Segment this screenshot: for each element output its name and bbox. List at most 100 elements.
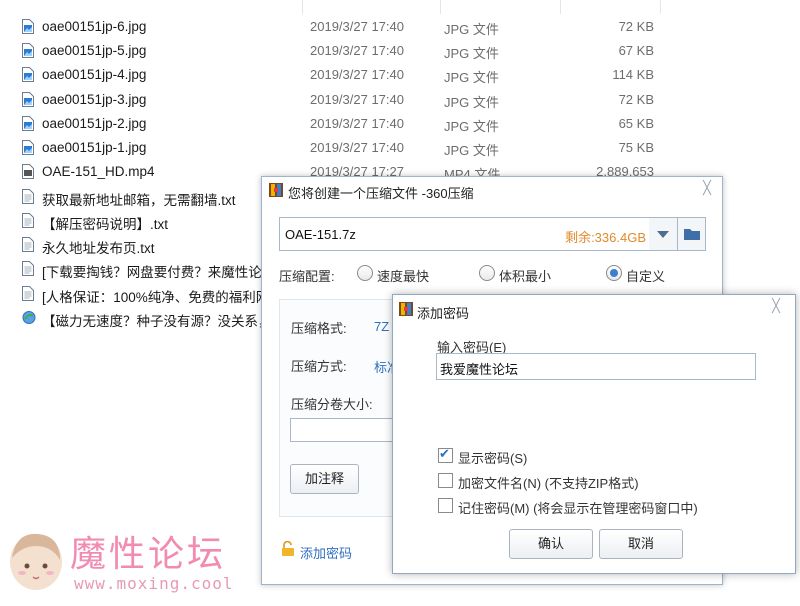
archive-path-input[interactable]: OAE-151.7z 剩余:336.4GB (279, 217, 655, 251)
file-name: oae00151jp-5.jpg (42, 43, 147, 58)
file-name: [人格保证：100%纯净、免费的福利网 (42, 290, 270, 305)
format-value[interactable]: 7Z (374, 319, 389, 334)
360-zip-logo-icon (399, 302, 413, 316)
file-size: 75 KB (618, 140, 654, 155)
file-row[interactable]: oae00151jp-6.jpg 2019/3/27 17:40 JPG 文件 72 … (0, 15, 800, 39)
chevron-down-icon (657, 231, 669, 238)
radio-smallest[interactable] (479, 265, 495, 281)
radio-custom[interactable] (606, 265, 622, 281)
360-zip-logo-icon (269, 183, 283, 197)
split-size-input[interactable] (290, 418, 400, 442)
jpg-image-icon (22, 19, 34, 34)
folder-icon (684, 229, 700, 240)
path-dropdown-button[interactable] (649, 217, 678, 251)
watermark-url: www.moxing.cool (74, 574, 234, 593)
format-label: 压缩格式: (291, 321, 347, 336)
jpg-image-icon (22, 92, 34, 107)
file-row[interactable]: oae00151jp-5.jpg 2019/3/27 17:40 JPG 文件 67 … (0, 39, 800, 63)
free-space-label: 剩余:336.4GB (565, 230, 646, 245)
file-name: oae00151jp-2.jpg (42, 116, 147, 131)
jpg-image-icon (22, 116, 34, 131)
file-size: 65 KB (618, 116, 654, 131)
file-date: 2019/3/27 17:40 (310, 43, 404, 58)
show-password-label[interactable]: 显示密码(S) (458, 448, 527, 467)
file-date: 2019/3/27 17:40 (310, 19, 404, 34)
file-name: 【解压密码说明】.txt (42, 217, 169, 232)
file-size: 72 KB (618, 19, 654, 34)
file-type: JPG 文件 (444, 70, 499, 85)
column-separator (302, 0, 303, 14)
ok-button[interactable]: 确认 (509, 529, 593, 559)
file-name: 获取最新地址邮箱，无需翻墙.txt (42, 193, 236, 208)
url-shortcut-icon (22, 310, 36, 325)
file-type: JPG 文件 (444, 143, 499, 158)
compress-dialog-title: 您将创建一个压缩文件 -360压缩 (288, 186, 474, 201)
password-input[interactable]: 我爱魔性论坛 (436, 353, 756, 380)
radio-smallest-label[interactable]: 体积最小 (499, 266, 551, 285)
file-row[interactable]: oae00151jp-4.jpg 2019/3/27 17:40 JPG 文件 114… (0, 63, 800, 87)
close-icon[interactable]: ╳ (698, 180, 716, 196)
file-row[interactable]: oae00151jp-2.jpg 2019/3/27 17:40 JPG 文件 65 … (0, 112, 800, 136)
file-date: 2019/3/27 17:40 (310, 116, 404, 131)
password-dialog: 添加密码 ╳ 输入密码(E) 我爱魔性论坛 显示密码(S) 加密文件名(N) (… (392, 294, 796, 574)
add-comment-button[interactable]: 加注释 (290, 464, 359, 494)
column-separator (440, 0, 441, 14)
file-name: oae00151jp-4.jpg (42, 67, 147, 82)
radio-fastest-label[interactable]: 速度最快 (377, 266, 429, 285)
custom-settings-panel: 压缩格式: 7Z 压缩方式: 标准 压缩分卷大小: 加注释 (279, 299, 401, 517)
file-name: oae00151jp-6.jpg (42, 19, 147, 34)
password-dialog-titlebar[interactable]: 添加密码 ╳ (393, 295, 795, 321)
file-size: 114 KB (612, 67, 654, 82)
text-file-icon (22, 189, 34, 204)
encrypt-filenames-checkbox[interactable] (438, 473, 453, 488)
column-separator (560, 0, 561, 14)
archive-path-value: OAE-151.7z (285, 227, 356, 242)
compress-dialog-titlebar[interactable]: 您将创建一个压缩文件 -360压缩 ╳ (262, 177, 722, 203)
text-file-icon (22, 213, 34, 228)
radio-custom-label[interactable]: 自定义 (626, 266, 665, 285)
jpg-image-icon (22, 140, 34, 155)
password-value: 我爱魔性论坛 (440, 362, 519, 377)
encrypt-filenames-label[interactable]: 加密文件名(N) (不支持ZIP格式) (458, 473, 639, 492)
config-label: 压缩配置: (279, 269, 335, 284)
jpg-image-icon (22, 67, 34, 82)
file-name: 【磁力无速度？种子没有源？没关系， (42, 314, 272, 329)
split-size-label: 压缩分卷大小: (291, 397, 373, 412)
add-comment-button-label: 加注释 (304, 471, 344, 486)
file-type: JPG 文件 (444, 119, 499, 134)
watermark-title: 魔性论坛 (70, 534, 227, 575)
file-name: 永久地址发布页.txt (42, 241, 155, 256)
close-icon[interactable]: ╳ (767, 298, 785, 314)
file-type: JPG 文件 (444, 95, 499, 110)
file-row[interactable]: oae00151jp-1.jpg 2019/3/27 17:40 JPG 文件 75 … (0, 136, 800, 160)
add-password-link[interactable]: 添加密码 (300, 543, 352, 562)
text-file-icon (22, 286, 34, 301)
file-date: 2019/3/27 17:40 (310, 92, 404, 107)
text-file-icon (22, 261, 34, 276)
radio-fastest[interactable] (357, 265, 373, 281)
file-type: JPG 文件 (444, 22, 499, 37)
jpg-image-icon (22, 43, 34, 58)
browse-folder-button[interactable] (677, 217, 706, 251)
watermark-girl-logo (10, 533, 62, 590)
file-name: OAE-151_HD.mp4 (42, 164, 155, 179)
show-password-checkbox[interactable] (438, 446, 453, 463)
password-dialog-title: 添加密码 (417, 306, 470, 321)
unlock-icon (282, 541, 294, 556)
ok-button-label: 确认 (537, 536, 564, 551)
remember-password-label[interactable]: 记住密码(M) (将会显示在管理密码窗口中) (458, 498, 698, 517)
method-label: 压缩方式: (291, 359, 347, 374)
file-size: 72 KB (618, 92, 654, 107)
file-size: 67 KB (618, 43, 654, 58)
file-name: [下载要掏钱？网盘要付费？来魔性论 (42, 265, 262, 280)
column-separator (660, 0, 661, 14)
file-row[interactable]: oae00151jp-3.jpg 2019/3/27 17:40 JPG 文件 72 … (0, 88, 800, 112)
remember-password-checkbox[interactable] (438, 498, 453, 513)
cancel-button-label: 取消 (627, 536, 654, 551)
cancel-button[interactable]: 取消 (599, 529, 683, 559)
mp4-file-icon (22, 164, 34, 179)
text-file-icon (22, 237, 34, 252)
file-date: 2019/3/27 17:40 (310, 67, 404, 82)
file-name: oae00151jp-3.jpg (42, 92, 147, 107)
file-date: 2019/3/27 17:40 (310, 140, 404, 155)
